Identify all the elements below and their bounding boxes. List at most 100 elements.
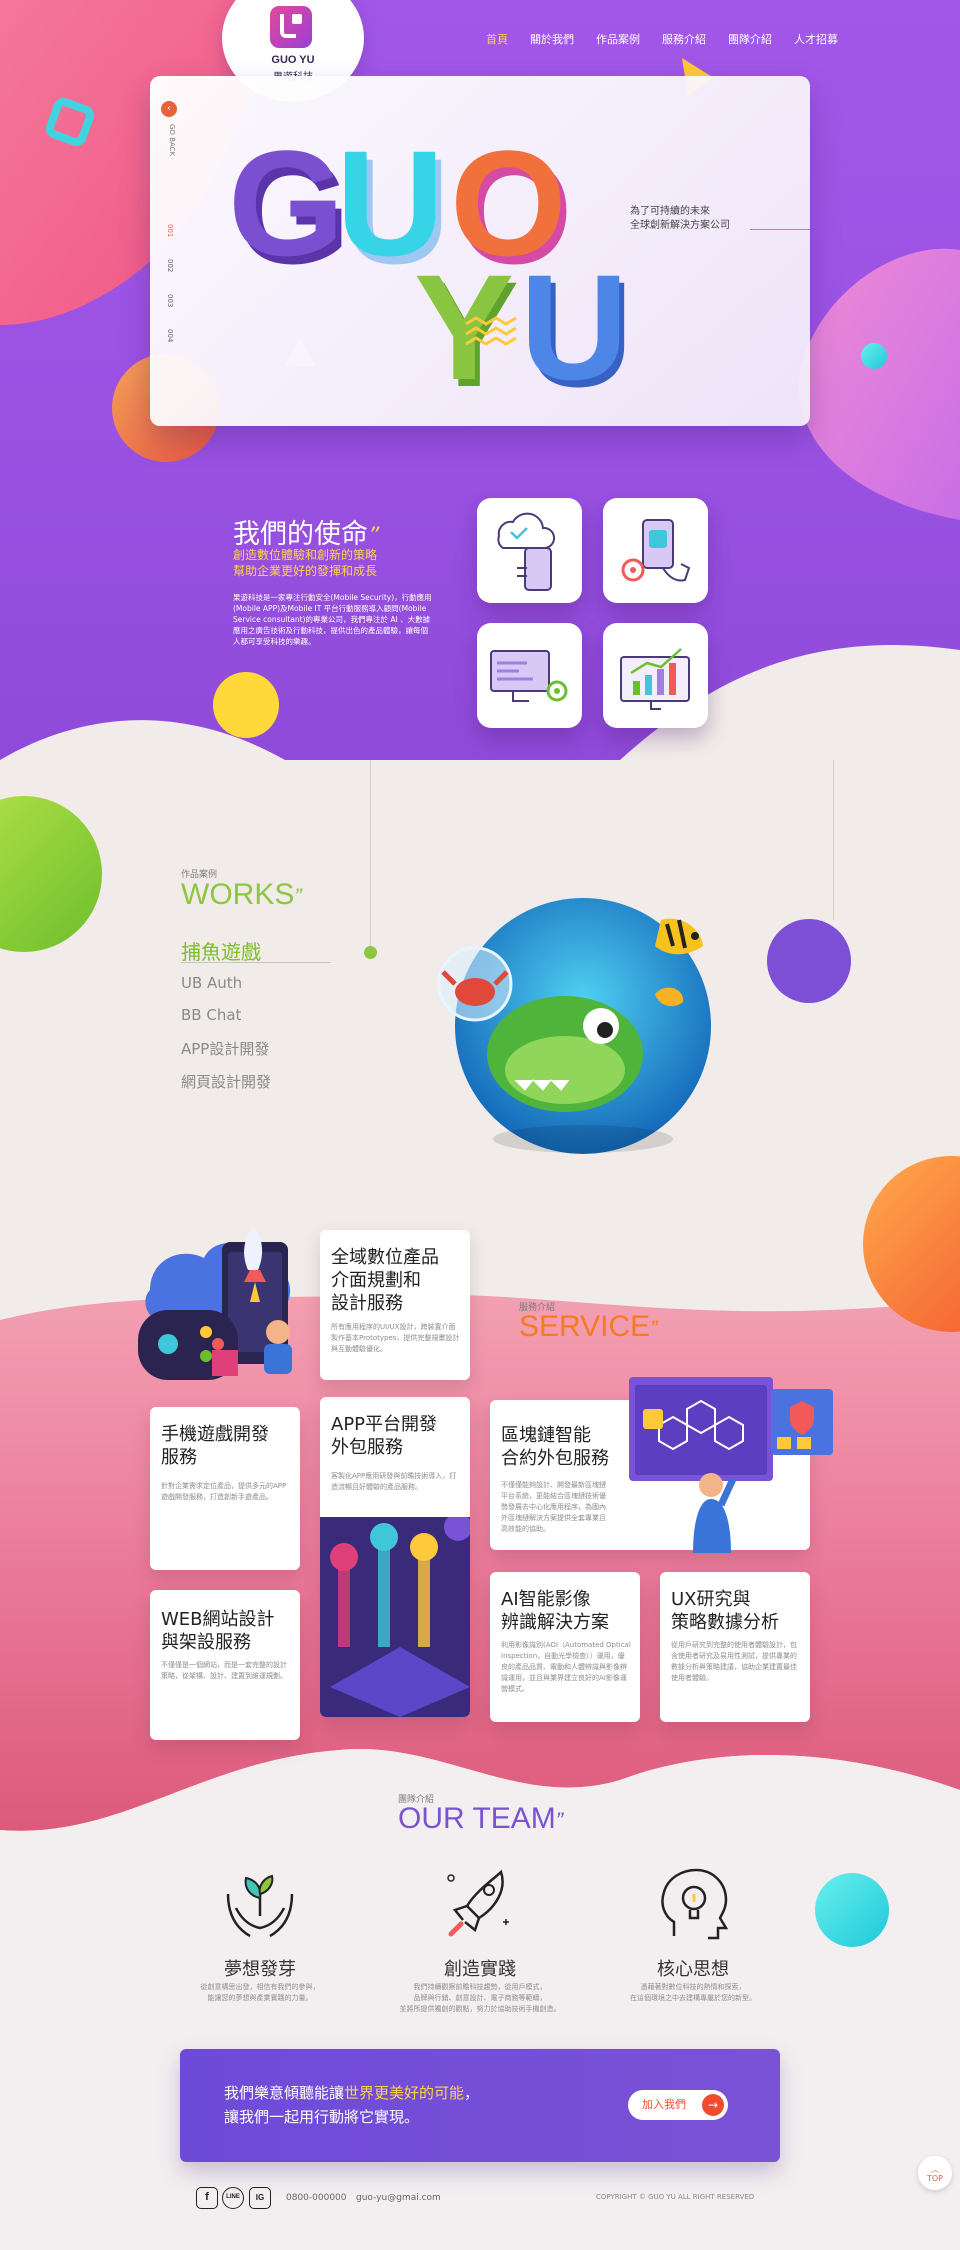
works-item-ubauth[interactable]: UB Auth <box>181 974 242 992</box>
footer-copyright: COPYRIGHT © GUO YU ALL RIGHT RESERVED <box>596 2193 755 2201</box>
go-back-button[interactable]: ‹ <box>161 101 177 117</box>
team-member-desc-1: 從創意構思出發，相信有我們的參與， 能讓您的夢想與產業實踐的力量。 <box>150 1982 370 2004</box>
hands-sprout-icon <box>226 1874 294 1938</box>
works-item-bbchat[interactable]: BB Chat <box>181 1006 241 1024</box>
service-card-ui-design[interactable]: 全域數位產品 介面規劃和 設計服務 所有應用程序的UI/UX設計，跨裝置介面製作基本… <box>320 1230 470 1380</box>
works-active-underline <box>181 962 331 963</box>
service-title-text: SERVICE <box>519 1310 651 1343</box>
works-title-text: WORKS <box>181 878 295 911</box>
service-card-title: UX研究與 策略數據分析 <box>671 1588 779 1634</box>
line-icon[interactable]: LINE <box>222 2187 244 2209</box>
team-desc-line: 從創意構思出發，相信有我們的參與， <box>200 1983 320 1991</box>
works-title: WORKS” <box>181 878 302 911</box>
go-back-label: GO BACK <box>168 124 176 157</box>
hero-tagline-1: 為了可持續的未來 <box>630 206 710 217</box>
blockchain-illustration <box>629 1377 833 1553</box>
nav-item-works[interactable]: 作品案例 <box>596 31 640 47</box>
mission-card-4 <box>603 623 708 728</box>
service-card-title-line: 外包服務 <box>331 1437 403 1458</box>
chevron-up-icon: ︿ <box>931 2165 939 2174</box>
team-desc-line: 憑藉著對數位科技的熱情和探索， <box>640 1983 746 1991</box>
mission-body: 果遊科技是一家專注行動安全(Mobile Security)，行動應用(Mobi… <box>233 593 432 646</box>
service-card-title: AI智能影像 辨識解決方案 <box>501 1588 609 1634</box>
service-card-ai-vision[interactable]: AI智能影像 辨識解決方案 利用影像識別(AOI（Automated Optica… <box>490 1572 640 1722</box>
hero-letter-u2: U <box>520 243 629 411</box>
team-desc-line: 品牌與行銷、創意設計、電子商務等範疇， <box>413 1994 547 2002</box>
service-card-desc: 所有應用程序的UI/UX設計，跨裝置介面製作基本Prototypes，提供完整規… <box>331 1323 460 1353</box>
service-title: SERVICE” <box>519 1310 658 1343</box>
cloud-phone-icon <box>497 512 555 591</box>
works-item-web[interactable]: 網頁設計開發 <box>181 1071 271 1092</box>
facebook-icon[interactable]: f <box>196 2187 218 2209</box>
footer-phone[interactable]: 0800-000000 <box>286 2193 347 2203</box>
mission-subtitle: 創造數位體驗和創新的策略 幫助企業更好的發揮和成長 <box>233 547 377 579</box>
hero-tagline-line <box>750 229 810 230</box>
service-card-title-line: 介面規劃和 <box>331 1270 421 1291</box>
team-member-name-1: 夢想發芽 <box>224 1959 296 1980</box>
service-card-desc: 不僅僅是一個網站，而是一套完整的設計策略，從架構、設計、建置到維運規劃。 <box>161 1661 287 1680</box>
mission-card-2 <box>603 498 708 603</box>
slide-index-3[interactable]: 003 <box>166 294 174 307</box>
nav-item-team[interactable]: 團隊介紹 <box>728 31 772 47</box>
mission-card-3 <box>477 623 582 728</box>
team-member-desc-3: 憑藉著對數位科技的熱情和探索， 在這個環境之中去建構專屬於您的新型。 <box>583 1982 803 2004</box>
team-member-name-3: 核心思想 <box>657 1959 729 1980</box>
nav-item-service[interactable]: 服務介紹 <box>662 31 706 47</box>
team-member-desc-2: 我們持續觀察前瞻科技趨勢，從用戶模式， 品牌與行銷、創意設計、電子商務等範疇， … <box>370 1982 590 2015</box>
service-card-title-line: 服務 <box>161 1447 197 1468</box>
service-card-title: APP平台開發 外包服務 <box>331 1413 437 1459</box>
service-card-title-line: 策略數據分析 <box>671 1612 779 1633</box>
nav-item-about[interactable]: 關於我們 <box>530 31 574 47</box>
join-us-button-label: 加入我們 <box>642 2098 686 2111</box>
team-title-text: OUR TEAM <box>398 1802 556 1835</box>
service-card-title-line: 設計服務 <box>331 1293 403 1314</box>
phone-gear-icon <box>621 519 691 582</box>
service-card-app[interactable]: APP平台開發 外包服務 客製化APP應用研發與前瞻技術導入，打造流暢且好體驗的產… <box>320 1397 470 1717</box>
cta-text-part: 我們樂意傾聽能讓 <box>224 2084 345 2102</box>
service-card-ux[interactable]: UX研究與 策略數據分析 從用戶研究到完整的使用者體驗設計，包含使用者研究及易用性… <box>660 1572 810 1722</box>
cta-text-part: ， <box>464 2084 480 2102</box>
nav-item-home[interactable]: 首頁 <box>486 31 508 47</box>
arrow-right-icon: → <box>702 2094 724 2116</box>
slide-index-1[interactable]: 001 <box>166 224 174 237</box>
instagram-icon[interactable]: IG <box>249 2187 271 2209</box>
hero-card: ‹ GO BACK 001 002 003 004 G U O Y U 為了可持… <box>150 76 810 426</box>
fishing-game-illustration <box>437 898 711 1154</box>
hero-letter-g: G <box>228 119 345 287</box>
team-desc-line: 能讓您的夢想與產業實踐的力量。 <box>207 1994 313 2002</box>
mission-subtitle-1: 創造數位體驗和創新的策略 <box>233 548 378 562</box>
back-to-top-button[interactable]: ︿ TOP <box>918 2156 952 2190</box>
join-us-button[interactable]: 加入我們 → <box>628 2090 728 2120</box>
desktop-gear-icon <box>490 650 568 702</box>
works-item-app[interactable]: APP設計開發 <box>181 1038 269 1059</box>
footer-email[interactable]: guo-yu@gmai.com <box>356 2193 441 2203</box>
service-card-desc: 從用戶研究到完整的使用者體驗設計，包含使用者研究及易用性測試，提供專業的數據分析… <box>671 1641 797 1682</box>
works-connector-line-right <box>833 760 834 920</box>
service-card-mobile-game[interactable]: 手機遊戲開發 服務 針對企業需求定位產品，提供多元的APP遊戲開發服務，打造創新手… <box>150 1407 300 1570</box>
cta-text: 我們樂意傾聽能讓世界更美好的可能， 讓我們一起用行動將它實現。 <box>224 2081 479 2129</box>
chart-monitor-icon <box>620 648 690 710</box>
works-active-dot <box>364 946 377 959</box>
service-card-title-line: 與架設服務 <box>161 1632 251 1653</box>
service-card-web[interactable]: WEB網站設計 與架設服務 不僅僅是一個網站，而是一套完整的設計策略，從架構、設計… <box>150 1590 300 1740</box>
mission-subtitle-2: 幫助企業更好的發揮和成長 <box>233 564 378 578</box>
slide-index-2[interactable]: 002 <box>166 259 174 272</box>
mission-title: 我們的使命” <box>233 519 380 550</box>
cta-text-line2: 讓我們一起用行動將它實現。 <box>224 2108 420 2126</box>
service-card-title-line: UX研究與 <box>671 1589 751 1610</box>
slide-index-4[interactable]: 004 <box>166 329 174 342</box>
service-card-title: WEB網站設計 與架設服務 <box>161 1608 275 1654</box>
service-card-desc: 利用影像識別(AOI（Automated Optical Inspection，… <box>501 1641 631 1693</box>
service-card-desc: 針對企業需求定位產品，提供多元的APP遊戲開發服務，打造創新手遊產品。 <box>161 1482 287 1501</box>
service-card-title: 手機遊戲開發 服務 <box>161 1423 269 1469</box>
head-idea-icon <box>661 1868 729 1940</box>
hero-tagline: 為了可持續的未來 全球創新解決方案公司 <box>630 205 730 233</box>
join-us-banner: 我們樂意傾聽能讓世界更美好的可能， 讓我們一起用行動將它實現。 加入我們 → <box>180 2049 780 2162</box>
service-card-title-line: WEB網站設計 <box>161 1609 275 1630</box>
works-item-fishing[interactable]: 捕魚遊戲 <box>181 936 261 965</box>
nav-item-careers[interactable]: 人才招募 <box>794 31 838 47</box>
team-title: OUR TEAM” <box>398 1802 564 1835</box>
zigzag-decoration-icon <box>465 316 517 346</box>
service-card-title-line: 區塊鏈智能 <box>501 1425 591 1446</box>
back-to-top-label: TOP <box>926 2174 943 2183</box>
